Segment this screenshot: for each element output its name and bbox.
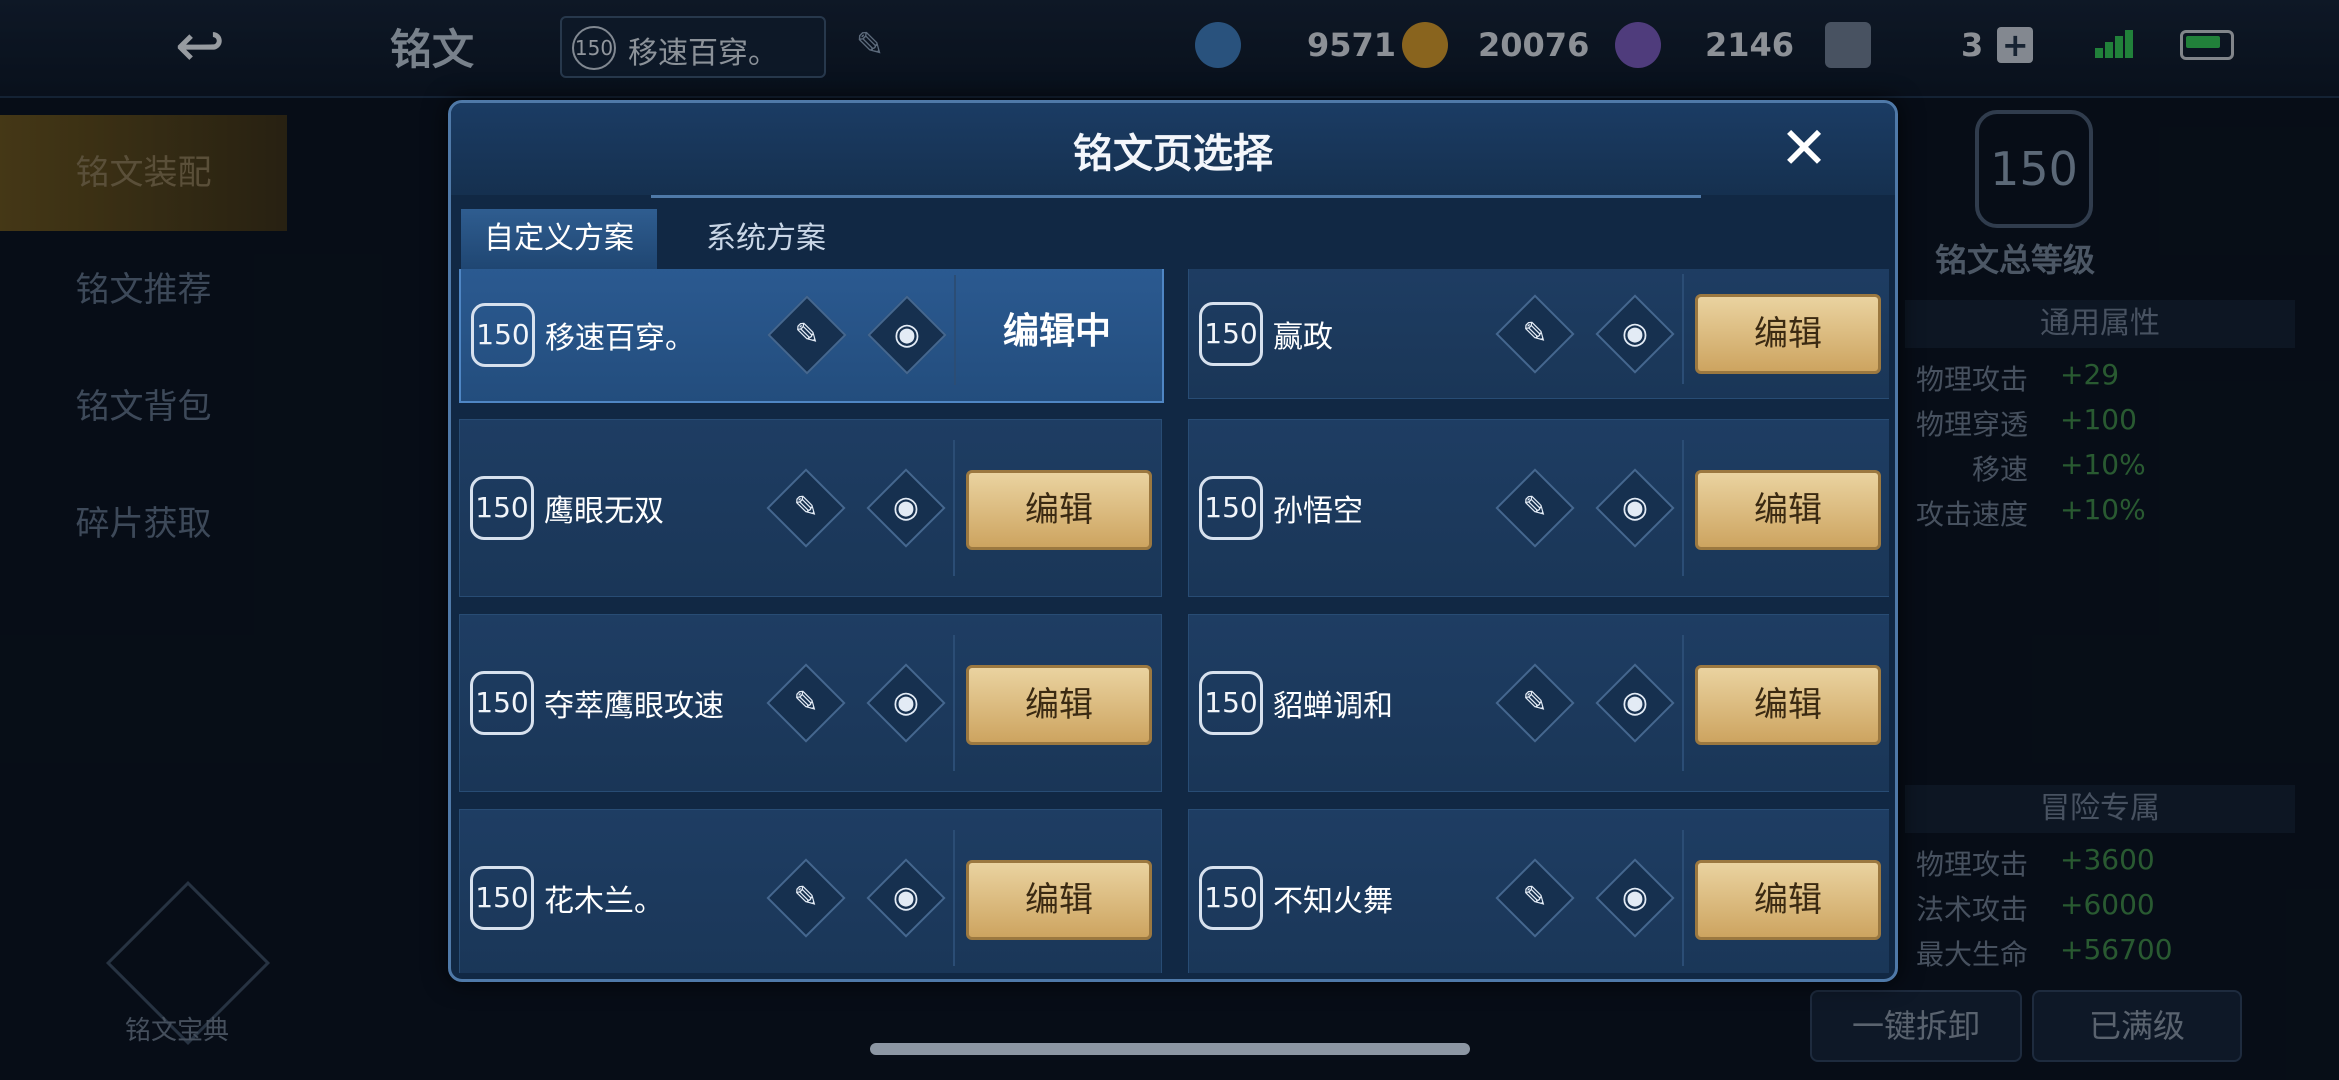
eye-icon: ◉ [1621, 685, 1649, 720]
rune-page-card[interactable]: 150 夺萃鹰眼攻速 ✎ ◉ 编辑 [459, 614, 1162, 792]
rune-page-card[interactable]: 150 花木兰。 ✎ ◉ 编辑 [459, 809, 1162, 973]
rune-page-name: 鹰眼无双 [544, 494, 664, 529]
rune-page-name: 移速百穿。 [545, 321, 695, 356]
rune-page-dialog: 铭文页选择 ✕ 自定义方案 系统方案 150 移速百穿。 ✎ ◉ 编辑中 150… [448, 100, 1898, 982]
rune-page-name: 貂蝉调和 [1273, 689, 1393, 724]
level-badge: 150 [1199, 866, 1263, 930]
preview-button[interactable]: ◉ [866, 663, 946, 743]
pencil-icon: ✎ [1522, 880, 1548, 915]
edit-button[interactable]: 编辑 [966, 860, 1152, 940]
rune-page-card[interactable]: 150 赢政 ✎ ◉ 编辑 [1188, 269, 1889, 399]
rename-button[interactable]: ✎ [766, 663, 846, 743]
tab-custom[interactable]: 自定义方案 [461, 209, 657, 273]
edit-button[interactable]: 编辑 [966, 665, 1152, 745]
preview-button[interactable]: ◉ [866, 468, 946, 548]
dialog-header: 铭文页选择 ✕ [451, 103, 1895, 198]
pencil-icon: ✎ [793, 880, 819, 915]
pencil-icon: ✎ [794, 317, 820, 352]
pencil-icon: ✎ [793, 685, 819, 720]
level-badge: 150 [470, 671, 534, 735]
level-badge: 150 [1199, 671, 1263, 735]
rune-page-name: 夺萃鹰眼攻速 [544, 689, 724, 724]
eye-icon: ◉ [892, 685, 920, 720]
pencil-icon: ✎ [1522, 490, 1548, 525]
rename-button[interactable]: ✎ [1495, 663, 1575, 743]
edit-button[interactable]: 编辑 [966, 470, 1152, 550]
preview-button[interactable]: ◉ [867, 295, 947, 375]
home-indicator [870, 1043, 1470, 1055]
level-badge: 150 [470, 476, 534, 540]
eye-icon: ◉ [892, 490, 920, 525]
dialog-title: 铭文页选择 [1073, 131, 1273, 177]
rune-page-name: 赢政 [1273, 320, 1333, 355]
eye-icon: ◉ [1621, 490, 1649, 525]
eye-icon: ◉ [892, 880, 920, 915]
rename-button[interactable]: ✎ [1495, 468, 1575, 548]
rune-page-name: 不知火舞 [1273, 884, 1393, 919]
editing-status: 编辑中 [1002, 311, 1111, 352]
rune-page-name: 花木兰。 [544, 884, 664, 919]
rune-page-name: 孙悟空 [1273, 494, 1363, 529]
rename-button[interactable]: ✎ [1495, 858, 1575, 938]
edit-button[interactable]: 编辑 [1695, 665, 1881, 745]
eye-icon: ◉ [893, 317, 921, 352]
rename-button[interactable]: ✎ [767, 295, 847, 375]
rune-page-grid: 150 移速百穿。 ✎ ◉ 编辑中 150 赢政 ✎ ◉ 编辑 150 鹰眼无双… [459, 269, 1889, 973]
preview-button[interactable]: ◉ [1595, 468, 1675, 548]
tab-system[interactable]: 系统方案 [671, 209, 861, 269]
level-badge: 150 [471, 303, 535, 367]
rune-page-card[interactable]: 150 不知火舞 ✎ ◉ 编辑 [1188, 809, 1889, 973]
preview-button[interactable]: ◉ [1595, 294, 1675, 374]
close-icon[interactable]: ✕ [1773, 117, 1835, 179]
edit-button[interactable]: 编辑 [1695, 860, 1881, 940]
rename-button[interactable]: ✎ [766, 858, 846, 938]
preview-button[interactable]: ◉ [1595, 663, 1675, 743]
rename-button[interactable]: ✎ [1495, 294, 1575, 374]
eye-icon: ◉ [1621, 880, 1649, 915]
eye-icon: ◉ [1621, 316, 1649, 351]
preview-button[interactable]: ◉ [866, 858, 946, 938]
rune-page-card[interactable]: 150 孙悟空 ✎ ◉ 编辑 [1188, 419, 1889, 597]
rename-button[interactable]: ✎ [766, 468, 846, 548]
rune-page-card[interactable]: 150 貂蝉调和 ✎ ◉ 编辑 [1188, 614, 1889, 792]
pencil-icon: ✎ [1522, 316, 1548, 351]
pencil-icon: ✎ [1522, 685, 1548, 720]
level-badge: 150 [470, 866, 534, 930]
edit-button[interactable]: 编辑 [1695, 294, 1881, 374]
level-badge: 150 [1199, 476, 1263, 540]
pencil-icon: ✎ [793, 490, 819, 525]
preview-button[interactable]: ◉ [1595, 858, 1675, 938]
rune-page-card[interactable]: 150 移速百穿。 ✎ ◉ 编辑中 [459, 269, 1164, 403]
level-badge: 150 [1199, 302, 1263, 366]
rune-page-card[interactable]: 150 鹰眼无双 ✎ ◉ 编辑 [459, 419, 1162, 597]
edit-button[interactable]: 编辑 [1695, 470, 1881, 550]
